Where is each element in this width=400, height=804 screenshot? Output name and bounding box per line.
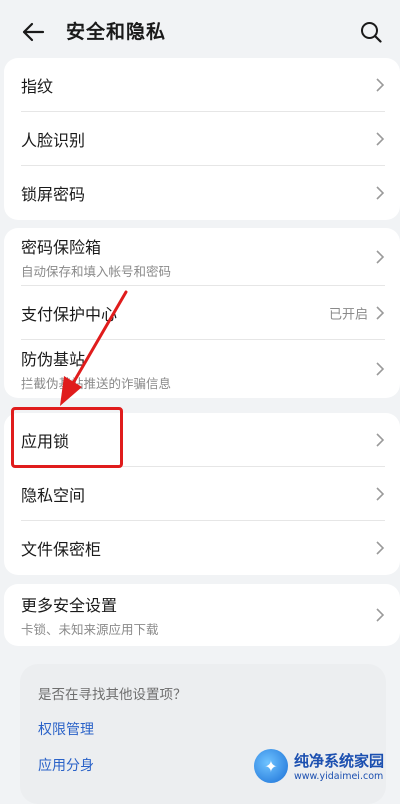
item-label: 支付保护中心 bbox=[21, 305, 118, 324]
item-label: 隐私空间 bbox=[21, 486, 86, 505]
list-item-fake-base-station[interactable]: 防伪基站 拦截伪基站推送的诈骗信息 bbox=[4, 340, 400, 398]
watermark-title: 纯净系统家园 bbox=[294, 752, 385, 770]
list-item-file-safe[interactable]: 文件保密柜 bbox=[4, 521, 400, 575]
settings-group-more: 更多安全设置 卡锁、未知来源应用下载 bbox=[4, 584, 400, 646]
chevron-right-icon bbox=[376, 132, 385, 146]
page-title: 安全和隐私 bbox=[66, 21, 167, 43]
chevron-right-icon bbox=[376, 78, 385, 92]
list-item-more-security[interactable]: 更多安全设置 卡锁、未知来源应用下载 bbox=[4, 584, 400, 646]
item-label: 指纹 bbox=[21, 77, 54, 96]
status-text: 已开启 bbox=[328, 307, 368, 323]
watermark-logo-icon: ✦ bbox=[254, 749, 288, 783]
settings-group-protection: 密码保险箱 自动保存和填入帐号和密码 支付保护中心 已开启 防伪基站 拦截伪基站… bbox=[4, 228, 400, 398]
item-label: 防伪基站 bbox=[21, 350, 86, 369]
item-label: 更多安全设置 bbox=[21, 596, 118, 615]
suggestion-question: 是否在寻找其他设置项？ bbox=[38, 687, 187, 703]
suggestion-link-app-twin[interactable]: 应用分身 bbox=[38, 755, 94, 775]
chevron-right-icon bbox=[376, 250, 385, 264]
settings-group-biometrics: 指纹 人脸识别 锁屏密码 bbox=[4, 58, 400, 220]
list-item-password-vault[interactable]: 密码保险箱 自动保存和填入帐号和密码 bbox=[4, 228, 400, 286]
watermark: ✦ 纯净系统家园 www.yidaimei.com bbox=[254, 746, 394, 786]
search-icon bbox=[361, 22, 382, 43]
item-label: 密码保险箱 bbox=[21, 238, 102, 257]
item-sublabel: 拦截伪基站推送的诈骗信息 bbox=[21, 376, 172, 391]
list-item-fingerprint[interactable]: 指纹 bbox=[4, 58, 400, 112]
item-label: 锁屏密码 bbox=[21, 185, 86, 204]
watermark-url: www.yidaimei.com bbox=[294, 771, 384, 782]
item-label: 人脸识别 bbox=[21, 131, 86, 150]
list-item-payment-protection[interactable]: 支付保护中心 已开启 bbox=[4, 286, 400, 340]
header: 安全和隐私 bbox=[0, 0, 400, 62]
chevron-right-icon bbox=[376, 433, 385, 447]
back-arrow-icon bbox=[22, 22, 45, 42]
item-label: 文件保密柜 bbox=[21, 540, 102, 559]
item-sublabel: 自动保存和填入帐号和密码 bbox=[21, 264, 172, 279]
highlight-box bbox=[11, 407, 123, 468]
chevron-right-icon bbox=[376, 306, 385, 320]
list-item-lock-screen-password[interactable]: 锁屏密码 bbox=[4, 166, 400, 220]
chevron-right-icon bbox=[376, 487, 385, 501]
search-button[interactable] bbox=[356, 17, 386, 47]
chevron-right-icon bbox=[376, 608, 385, 622]
chevron-right-icon bbox=[376, 541, 385, 555]
list-item-face-recognition[interactable]: 人脸识别 bbox=[4, 112, 400, 166]
suggestion-link-permission-management[interactable]: 权限管理 bbox=[38, 719, 94, 739]
back-button[interactable] bbox=[18, 17, 48, 47]
item-sublabel: 卡锁、未知来源应用下载 bbox=[21, 622, 159, 637]
chevron-right-icon bbox=[376, 362, 385, 376]
list-item-private-space[interactable]: 隐私空间 bbox=[4, 467, 400, 521]
chevron-right-icon bbox=[376, 186, 385, 200]
